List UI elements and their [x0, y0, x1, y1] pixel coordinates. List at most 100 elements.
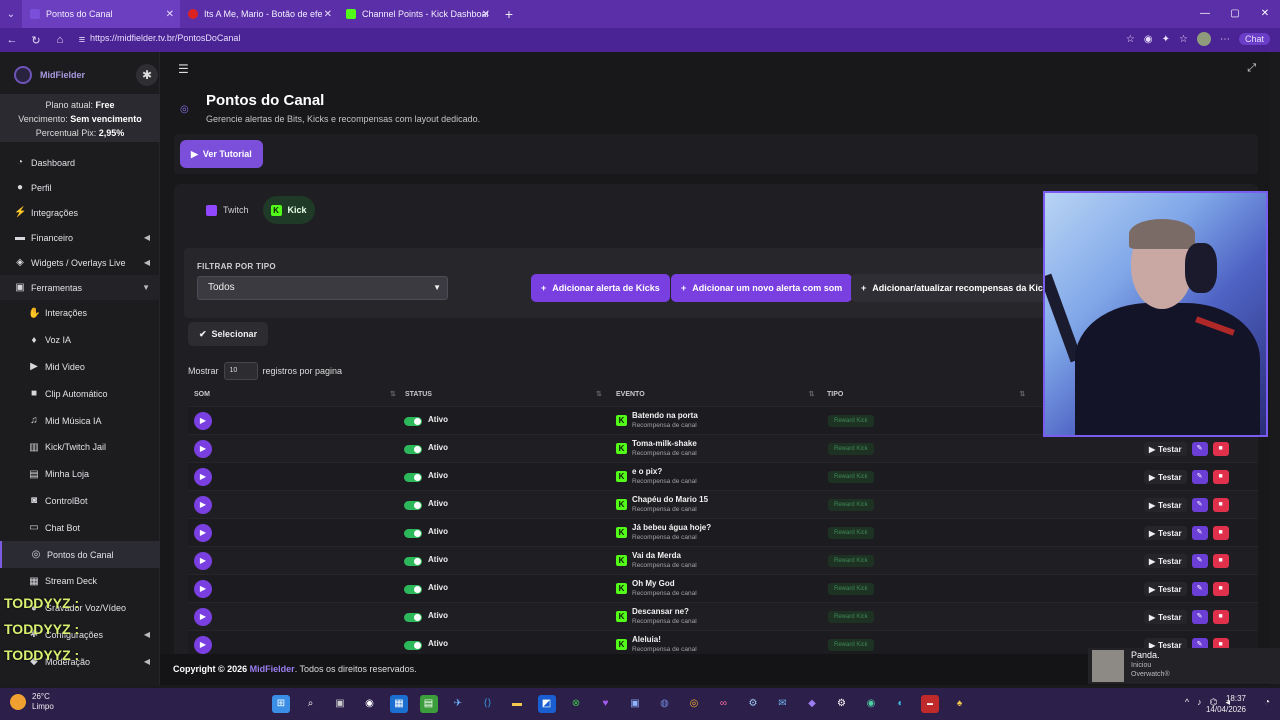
app-icon[interactable]: ♥	[597, 695, 615, 713]
edit-icon[interactable]: ✎	[1191, 526, 1208, 540]
back-icon[interactable]: ←	[0, 34, 24, 46]
chrome-icon[interactable]: ◎	[685, 695, 703, 713]
status-toggle[interactable]	[404, 445, 422, 454]
url-field[interactable]: https://midfielder.tv.br/PontosDoCanal	[90, 33, 240, 43]
edit-icon[interactable]: ✎	[1191, 470, 1208, 484]
clock[interactable]: 18:37 14/04/2026	[1206, 693, 1246, 715]
notification-bell-icon[interactable]: ◔	[1264, 697, 1270, 708]
task-view-icon[interactable]: ▣	[331, 695, 349, 713]
home-icon[interactable]: ⌂	[48, 34, 72, 46]
windows-start-icon[interactable]: ⊞	[272, 695, 290, 713]
hamburger-menu-icon[interactable]: ☰	[178, 62, 189, 76]
favorite-star-icon[interactable]: ☆	[1126, 34, 1135, 45]
fullscreen-icon[interactable]: ⤢	[1247, 62, 1256, 75]
vscode-icon[interactable]: ⟨⟩	[479, 695, 497, 713]
close-icon[interactable]: ✕	[324, 9, 332, 20]
column-header-som[interactable]: SOM ⇅	[194, 390, 396, 398]
settings-icon[interactable]: ⚙	[833, 695, 851, 713]
sidebar-item-financeiro[interactable]: ▬ Financeiro ◀	[0, 225, 160, 250]
tab-list-icon[interactable]: ⌄	[0, 0, 22, 28]
app-icon[interactable]: ∞	[715, 695, 733, 713]
status-toggle[interactable]	[404, 585, 422, 594]
puzzle-icon[interactable]: ✦	[1162, 34, 1170, 45]
app-icon[interactable]: ▣	[626, 695, 644, 713]
activity-notification[interactable]: Panda. Iniciou Overwatch®	[1088, 648, 1280, 684]
play-sound-icon[interactable]: ▶	[194, 412, 212, 430]
obs-icon[interactable]: ◉	[361, 695, 379, 713]
reload-icon[interactable]: ↻	[24, 34, 48, 47]
browser-tab-kick[interactable]: Channel Points - Kick Dashboard ✕	[338, 0, 496, 28]
profile-avatar[interactable]	[1196, 32, 1211, 46]
add-kicks-alert-button[interactable]: + Adicionar alerta de Kicks	[531, 274, 670, 302]
status-toggle[interactable]	[404, 613, 422, 622]
edge-icon[interactable]: ◐	[892, 695, 910, 713]
sidebar-subitem-clip[interactable]: ■ Clip Automático	[0, 380, 160, 407]
sidebar-item-widgets[interactable]: ◈ Widgets / Overlays Live ◀	[0, 250, 160, 275]
sidebar-item-ferramentas[interactable]: ▣ Ferramentas ▼	[0, 275, 160, 300]
test-button[interactable]: ▶Testar	[1144, 442, 1187, 456]
sidebar-subitem-controlbot[interactable]: ◙ ControlBot	[0, 488, 160, 515]
app-icon[interactable]: ✉	[774, 695, 792, 713]
weather-widget[interactable]: 26°C Limpo	[10, 692, 54, 712]
xbox-icon[interactable]: ⊗	[567, 695, 585, 713]
microphone-icon[interactable]: ♪	[1197, 697, 1202, 708]
settings-gear-icon[interactable]: ✱	[136, 64, 158, 86]
extension-icon[interactable]: ◉	[1144, 34, 1153, 45]
sidebar-subitem-loja[interactable]: ▤ Minha Loja	[0, 461, 160, 488]
browser-tab-pontos[interactable]: Pontos do Canal ✕	[22, 0, 180, 28]
folder-icon[interactable]: ▬	[508, 695, 526, 713]
delete-icon[interactable]: ■	[1212, 526, 1229, 540]
sidebar-subitem-jail[interactable]: ▥ Kick/Twitch Jail	[0, 434, 160, 461]
app-icon[interactable]: ♠	[951, 695, 969, 713]
status-toggle[interactable]	[404, 473, 422, 482]
add-sound-alert-button[interactable]: + Adicionar um novo alerta com som	[671, 274, 853, 302]
window-close-icon[interactable]: ✕	[1250, 0, 1280, 28]
app-icon[interactable]: ▬	[921, 695, 939, 713]
app-icon[interactable]: ✈	[449, 695, 467, 713]
favorites-icon[interactable]: ☆	[1179, 34, 1188, 45]
add-rewards-button[interactable]: + Adicionar/atualizar recompensas da Kick	[851, 274, 1058, 302]
edit-icon[interactable]: ✎	[1191, 582, 1208, 596]
page-length-input[interactable]: 10	[223, 362, 258, 380]
sidebar-item-integracoes[interactable]: ⚡ Integrações	[0, 200, 160, 225]
play-sound-icon[interactable]: ▶	[194, 636, 212, 654]
play-sound-icon[interactable]: ▶	[194, 524, 212, 542]
sidebar-subitem-interacoes[interactable]: ✋ Interações	[0, 300, 160, 327]
new-tab-icon[interactable]: +	[496, 6, 522, 22]
footer-brand-link[interactable]: MidFielder	[250, 664, 295, 674]
delete-icon[interactable]: ■	[1212, 470, 1229, 484]
sidebar-subitem-pontos[interactable]: ◎ Pontos do Canal	[0, 541, 160, 568]
sidebar-subitem-mid-video[interactable]: ▶ Mid Video	[0, 354, 160, 381]
play-sound-icon[interactable]: ▶	[194, 440, 212, 458]
app-icon[interactable]: ◩	[537, 695, 556, 713]
tab-twitch[interactable]: Twitch	[198, 196, 257, 224]
test-button[interactable]: ▶Testar	[1144, 470, 1187, 484]
app-icon[interactable]: ▦	[390, 695, 408, 713]
sidebar-subitem-musica[interactable]: ♫ Mid Música IA	[0, 407, 160, 434]
test-button[interactable]: ▶Testar	[1144, 610, 1187, 624]
sidebar-item-perfil[interactable]: ● Perfil	[0, 175, 160, 200]
sidebar-subitem-voz-ia[interactable]: ♦ Voz IA	[0, 327, 160, 354]
delete-icon[interactable]: ■	[1212, 498, 1229, 512]
steam-icon[interactable]: ⚙	[744, 695, 762, 713]
test-button[interactable]: ▶Testar	[1144, 526, 1187, 540]
discord-icon[interactable]: ◍	[656, 695, 674, 713]
minimize-icon[interactable]: —	[1190, 0, 1220, 28]
maximize-icon[interactable]: ▢	[1220, 0, 1250, 28]
delete-icon[interactable]: ■	[1212, 442, 1229, 456]
status-toggle[interactable]	[404, 641, 422, 650]
copilot-chat-button[interactable]: Chat	[1238, 33, 1270, 45]
test-button[interactable]: ▶Testar	[1144, 498, 1187, 512]
status-toggle[interactable]	[404, 557, 422, 566]
app-icon[interactable]: ◆	[803, 695, 821, 713]
tray-chevron-icon[interactable]: ^	[1185, 697, 1189, 708]
delete-icon[interactable]: ■	[1212, 582, 1229, 596]
column-header-tipo[interactable]: TIPO ⇅	[827, 390, 1025, 398]
play-sound-icon[interactable]: ▶	[194, 468, 212, 486]
edit-icon[interactable]: ✎	[1191, 442, 1208, 456]
status-toggle[interactable]	[404, 417, 422, 426]
play-sound-icon[interactable]: ▶	[194, 580, 212, 598]
status-toggle[interactable]	[404, 529, 422, 538]
column-header-status[interactable]: STATUS ⇅	[405, 390, 602, 398]
edit-icon[interactable]: ✎	[1191, 610, 1208, 624]
